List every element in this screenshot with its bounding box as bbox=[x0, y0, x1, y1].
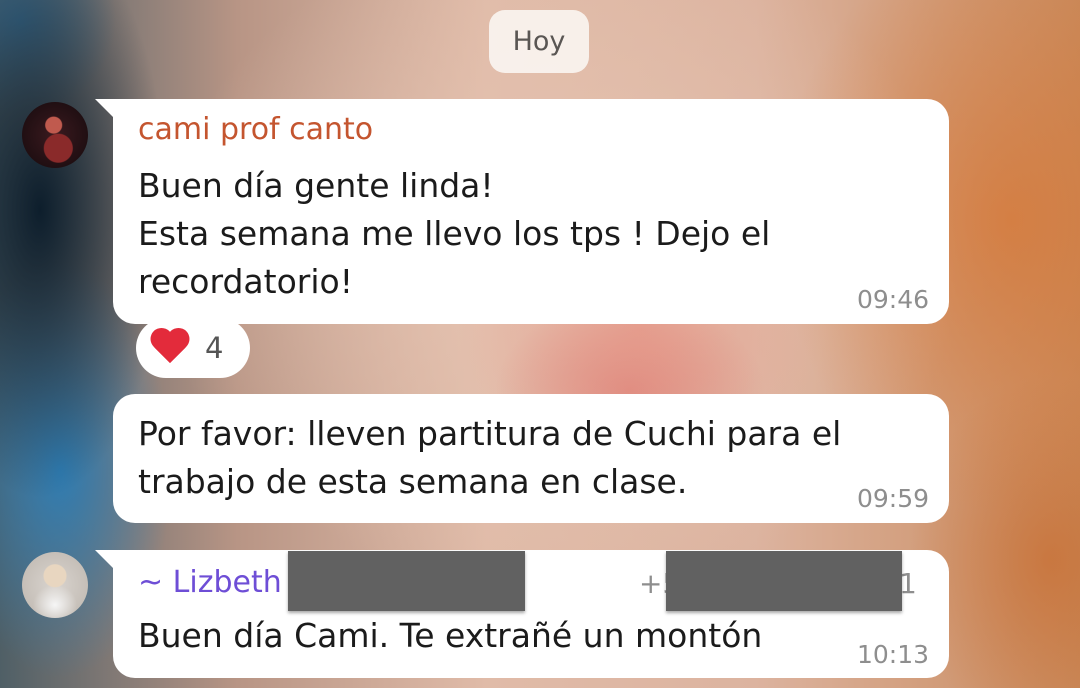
heart-icon bbox=[149, 329, 191, 367]
message-line: recordatorio! bbox=[138, 262, 353, 301]
message-line: trabajo de esta semana en clase. bbox=[138, 462, 688, 501]
bubble-tail bbox=[95, 550, 117, 572]
sender-name[interactable]: cami prof canto bbox=[138, 112, 373, 147]
bubble-tail bbox=[95, 99, 117, 121]
message-line: Buen día Cami. Te extrañé un montón bbox=[138, 616, 763, 655]
date-separator: Hoy bbox=[489, 10, 589, 73]
message-text: Buen día Cami. Te extrañé un montón bbox=[138, 612, 762, 660]
message-line: Buen día gente linda! bbox=[138, 166, 494, 205]
avatar-cami[interactable] bbox=[22, 102, 88, 168]
sender-name[interactable]: ~ Lizbeth bbox=[138, 565, 282, 600]
message-text: Buen día gente linda! Esta semana me lle… bbox=[138, 162, 770, 306]
message-bubble[interactable]: Por favor: lleven partitura de Cuchi par… bbox=[113, 394, 949, 523]
message-line: Por favor: lleven partitura de Cuchi par… bbox=[138, 414, 842, 453]
message-bubble[interactable]: cami prof canto Buen día gente linda! Es… bbox=[95, 99, 949, 324]
message-line: Esta semana me llevo los tps ! Dejo el bbox=[138, 214, 771, 253]
redaction-block bbox=[666, 551, 902, 611]
avatar-lizbeth[interactable] bbox=[22, 552, 88, 618]
message-text: Por favor: lleven partitura de Cuchi par… bbox=[138, 410, 841, 506]
reaction-count: 4 bbox=[205, 331, 224, 365]
message-time: 10:13 bbox=[856, 640, 929, 669]
message-time: 09:59 bbox=[856, 484, 929, 513]
reaction-badge[interactable]: 4 bbox=[136, 318, 250, 378]
redaction-block bbox=[288, 551, 525, 611]
message-time: 09:46 bbox=[856, 285, 929, 314]
